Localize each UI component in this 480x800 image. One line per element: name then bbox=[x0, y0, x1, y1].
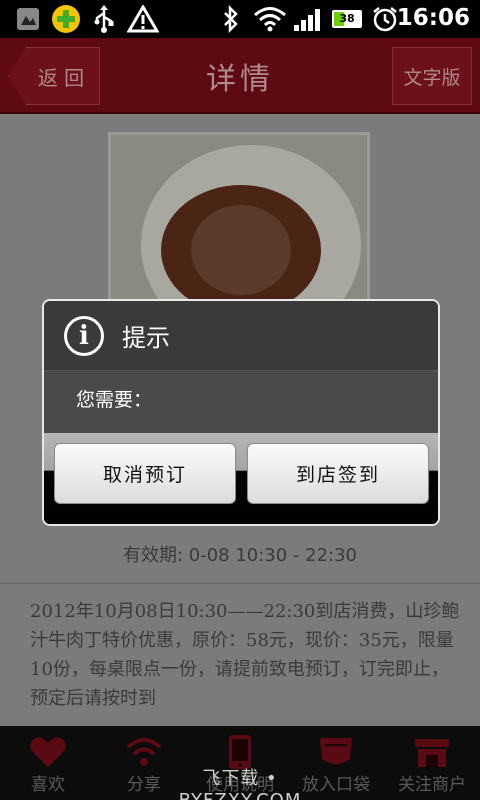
divider bbox=[0, 583, 480, 584]
info-icon: i bbox=[64, 315, 104, 356]
status-bar: 38 16:06 bbox=[0, 0, 480, 38]
bluetooth-icon bbox=[220, 4, 242, 34]
usb-icon bbox=[90, 4, 118, 34]
nav-like[interactable]: 喜欢 bbox=[0, 726, 96, 800]
alarm-icon bbox=[370, 4, 400, 34]
battery-level-text: 38 bbox=[339, 12, 355, 25]
dialog-body: 您需要： bbox=[44, 371, 438, 433]
battery-icon: 38 bbox=[332, 10, 362, 28]
wifi-icon bbox=[252, 4, 288, 34]
signal-icon bbox=[294, 9, 324, 31]
prompt-dialog: i 提示 您需要： 取消预订 到店签到 bbox=[42, 299, 440, 526]
360-security-icon bbox=[50, 4, 82, 34]
gallery-icon bbox=[14, 4, 42, 34]
dialog-header: i 提示 bbox=[44, 301, 438, 371]
checkin-button[interactable]: 到店签到 bbox=[247, 443, 429, 504]
warning-icon bbox=[126, 4, 160, 34]
nav-like-label: 喜欢 bbox=[31, 775, 65, 795]
text-version-button[interactable]: 文字版 bbox=[392, 47, 472, 105]
deal-description: 2012年10月08日10:30——22:30到店消费，山珍鲍汁牛肉丁特价优惠，… bbox=[30, 601, 460, 709]
dialog-message: 您需要： bbox=[76, 389, 153, 411]
meat-shape bbox=[191, 205, 291, 295]
watermark: 飞下载 • BYFZXY.COM bbox=[179, 768, 301, 800]
app-header: 返 回 详情 文字版 bbox=[0, 38, 480, 114]
clock: 16:06 bbox=[396, 5, 470, 31]
nav-follow-store-label: 关注商户 bbox=[398, 775, 466, 795]
heart-icon bbox=[28, 734, 68, 770]
dialog-title: 提示 bbox=[122, 324, 170, 352]
valid-period: 有效期: 0-08 10:30 - 22:30 bbox=[122, 545, 358, 566]
dialog-buttons: 取消预订 到店签到 bbox=[44, 433, 438, 524]
nav-follow-store[interactable]: 关注商户 bbox=[384, 726, 480, 800]
store-icon bbox=[412, 734, 452, 770]
cancel-booking-button[interactable]: 取消预订 bbox=[54, 443, 236, 504]
